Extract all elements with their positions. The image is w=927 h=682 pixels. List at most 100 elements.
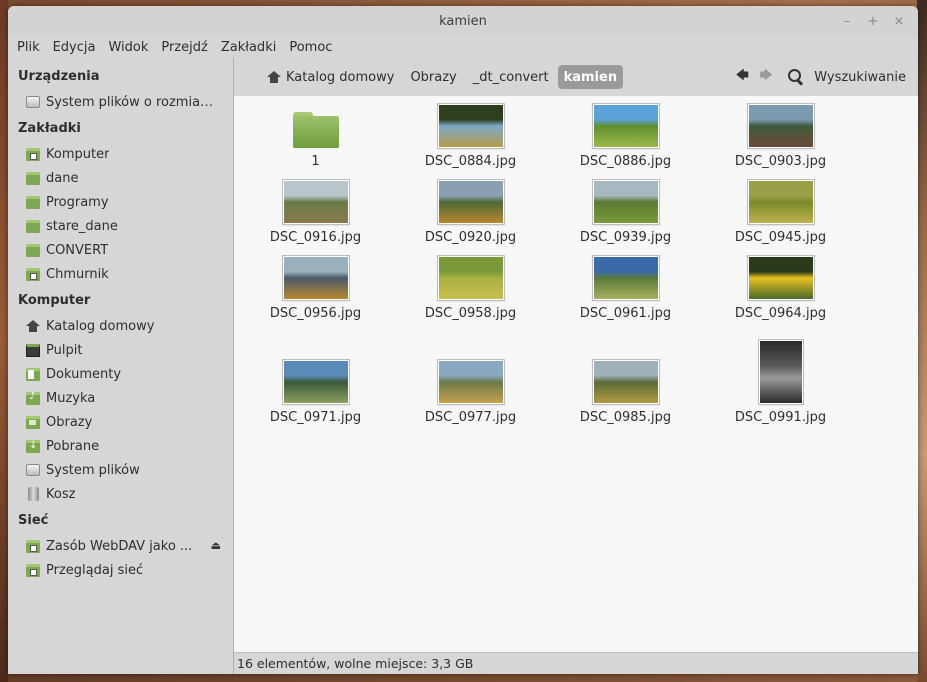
menu-widok[interactable]: Widok: [103, 40, 153, 55]
minimize-button[interactable]: –: [836, 12, 858, 30]
sidebar-item-stare-dane[interactable]: stare_dane: [8, 214, 233, 238]
documents-icon: [26, 367, 40, 381]
close-button[interactable]: ×: [888, 12, 910, 30]
sidebar-item-label: System plików: [46, 462, 140, 478]
sidebar-item-documents[interactable]: Dokumenty: [8, 362, 233, 386]
menu-plik[interactable]: Plik: [12, 40, 45, 55]
downloads-icon: [26, 439, 40, 453]
file-name: DSC_0945.jpg: [734, 230, 827, 245]
sidebar-item-filesystem-device[interactable]: System plików o rozmiarze...: [8, 90, 233, 114]
pictures-icon: [26, 415, 40, 429]
menu-pomoc[interactable]: Pomoc: [284, 40, 337, 55]
forward-arrow-icon[interactable]: 🡆: [756, 66, 776, 88]
file-item[interactable]: DSC_0939.jpg: [548, 180, 703, 245]
sidebar-item-chmurnik[interactable]: Chmurnik: [8, 262, 233, 286]
image-thumbnail: [758, 340, 803, 404]
image-thumbnail: [282, 256, 349, 300]
breadcrumb-obrazy[interactable]: Obrazy: [403, 65, 463, 89]
sidebar-item-label: dane: [46, 170, 79, 186]
image-thumbnail: [592, 104, 659, 148]
image-thumbnail: [592, 256, 659, 300]
file-item[interactable]: DSC_0977.jpg: [393, 360, 548, 425]
file-item[interactable]: DSC_0958.jpg: [393, 256, 548, 321]
breadcrumb-home[interactable]: Katalog domowy: [260, 65, 401, 89]
file-name: DSC_0920.jpg: [424, 230, 517, 245]
file-item[interactable]: DSC_0886.jpg: [548, 104, 703, 169]
file-item[interactable]: DSC_0903.jpg: [703, 104, 858, 169]
file-item[interactable]: DSC_0956.jpg: [238, 256, 393, 321]
sidebar-item-pictures[interactable]: Obrazy: [8, 410, 233, 434]
image-thumbnail: [437, 180, 504, 224]
file-grid[interactable]: 1 DSC_0884.jpg DSC_0886.jpg DSC_0903.jpg DSC…: [234, 96, 918, 652]
menu-zakladki[interactable]: Zakładki: [216, 40, 281, 55]
file-item[interactable]: DSC_0964.jpg: [703, 256, 858, 321]
file-name: DSC_0964.jpg: [734, 306, 827, 321]
file-item[interactable]: DSC_0884.jpg: [393, 104, 548, 169]
image-thumbnail: [592, 360, 659, 404]
sidebar-item-dane[interactable]: dane: [8, 166, 233, 190]
file-item[interactable]: DSC_0961.jpg: [548, 256, 703, 321]
titlebar[interactable]: kamien – + ×: [8, 6, 918, 36]
sidebar-item-trash[interactable]: Kosz: [8, 482, 233, 506]
desktop-background-left: [0, 0, 8, 682]
file-name: DSC_0884.jpg: [424, 154, 517, 169]
menu-przejdz[interactable]: Przejdź: [156, 40, 212, 55]
file-name: DSC_0985.jpg: [579, 410, 672, 425]
folder-icon: [26, 195, 40, 209]
folder-icon: [26, 243, 40, 257]
sidebar-item-home[interactable]: Katalog domowy: [8, 314, 233, 338]
main-pane: Katalog domowy Obrazy _dt_convert kamien…: [233, 58, 918, 674]
toolbar: Katalog domowy Obrazy _dt_convert kamien…: [234, 58, 918, 96]
breadcrumb-dt-convert[interactable]: _dt_convert: [466, 65, 556, 89]
file-manager-window: kamien – + × Plik Edycja Widok Przejdź Z…: [8, 6, 918, 674]
sidebar-item-filesystem[interactable]: System plików: [8, 458, 233, 482]
sidebar-item-label: Muzyka: [46, 390, 96, 406]
file-item[interactable]: DSC_0920.jpg: [393, 180, 548, 245]
file-item[interactable]: DSC_0985.jpg: [548, 360, 703, 425]
home-icon: [26, 320, 40, 332]
sidebar-item-label: System plików o rozmiarze...: [46, 94, 218, 110]
drive-icon: [26, 464, 40, 476]
image-thumbnail: [747, 104, 814, 148]
sidebar-item-music[interactable]: Muzyka: [8, 386, 233, 410]
search-button-label[interactable]: Wyszukiwanie: [814, 70, 906, 85]
sidebar-item-browse-network[interactable]: Przeglądaj sieć: [8, 558, 233, 582]
sidebar-item-label: Przeglądaj sieć: [46, 562, 144, 578]
breadcrumb-label: Katalog domowy: [286, 69, 395, 85]
sidebar-item-convert[interactable]: CONVERT: [8, 238, 233, 262]
eject-icon[interactable]: ⏏: [211, 539, 221, 552]
file-name: DSC_0991.jpg: [734, 410, 827, 425]
sidebar-item-webdav[interactable]: Zasób WebDAV jako ... ⏏: [8, 534, 233, 558]
folder-item[interactable]: 1: [238, 106, 393, 169]
sidebar-item-desktop[interactable]: Pulpit: [8, 338, 233, 362]
image-thumbnail: [592, 180, 659, 224]
file-name: DSC_0961.jpg: [579, 306, 672, 321]
image-thumbnail: [437, 104, 504, 148]
file-name: DSC_0958.jpg: [424, 306, 517, 321]
file-item[interactable]: DSC_0945.jpg: [703, 180, 858, 245]
maximize-button[interactable]: +: [862, 12, 884, 30]
search-icon[interactable]: [788, 69, 804, 85]
file-name: DSC_0977.jpg: [424, 410, 517, 425]
file-item[interactable]: DSC_0991.jpg: [703, 340, 858, 425]
folder-icon: [292, 112, 339, 148]
file-name: DSC_0939.jpg: [579, 230, 672, 245]
image-thumbnail: [437, 360, 504, 404]
breadcrumb-kamien[interactable]: kamien: [557, 65, 624, 89]
sidebar-item-label: Zasób WebDAV jako ...: [46, 538, 193, 554]
sidebar-item-downloads[interactable]: Pobrane: [8, 434, 233, 458]
image-thumbnail: [282, 180, 349, 224]
file-item[interactable]: DSC_0971.jpg: [238, 360, 393, 425]
file-item[interactable]: DSC_0916.jpg: [238, 180, 393, 245]
back-arrow-icon[interactable]: 🡄: [732, 66, 752, 88]
sidebar-item-komputer[interactable]: Komputer: [8, 142, 233, 166]
sidebar: Urządzenia System plików o rozmiarze... …: [8, 58, 233, 674]
sidebar-item-programy[interactable]: Programy: [8, 190, 233, 214]
network-folder-icon: [26, 267, 40, 281]
menu-edycja[interactable]: Edycja: [48, 40, 101, 55]
file-name: DSC_0956.jpg: [269, 306, 362, 321]
sidebar-item-label: stare_dane: [46, 218, 118, 234]
sidebar-item-label: Chmurnik: [46, 266, 109, 282]
sidebar-item-label: Pobrane: [46, 438, 100, 454]
music-icon: [26, 391, 40, 405]
